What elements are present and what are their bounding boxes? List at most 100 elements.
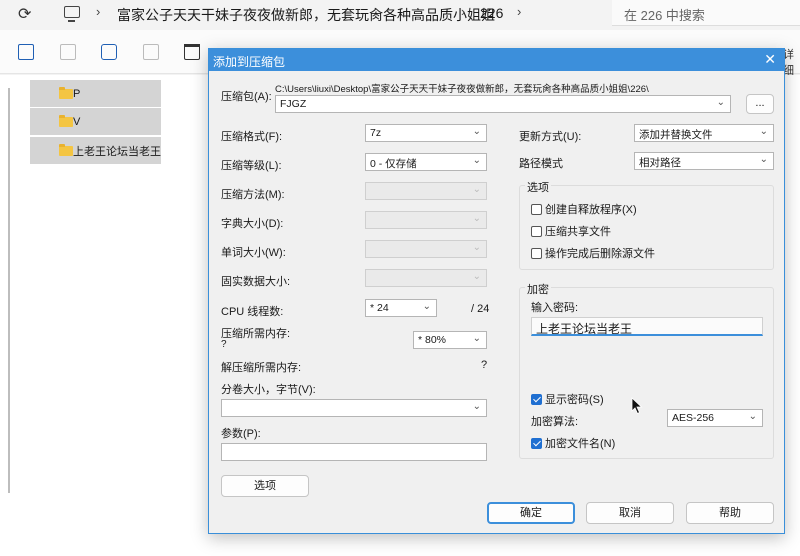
chevron-down-icon: ⌄ [472, 401, 481, 412]
chevron-right-icon[interactable]: › [96, 4, 100, 19]
checkbox-icon [531, 225, 542, 237]
create-sfx-checkbox[interactable]: 创建自释放程序(X) [531, 201, 637, 217]
archive-label: 压缩包(A): [221, 91, 272, 103]
cpu-threads-select[interactable]: * 24 ⌄ [365, 299, 437, 317]
list-item-folder[interactable]: 上老王论坛当老王 [30, 137, 161, 164]
solid-size-label: 固实数据大小: [221, 276, 291, 288]
breadcrumb-current[interactable]: 226 [480, 5, 503, 21]
paste-icon[interactable] [60, 44, 76, 60]
method-select[interactable]: ⌄ [365, 182, 487, 200]
checkbox-icon [531, 203, 542, 215]
update-mode-value: 添加并替换文件 [639, 129, 713, 141]
checkbox-checked-icon [531, 393, 542, 405]
refresh-icon[interactable]: ⟳ [18, 4, 31, 24]
search-input[interactable]: 在 226 中搜索 [612, 0, 800, 26]
compress-shared-checkbox[interactable]: 压缩共享文件 [531, 223, 611, 239]
memory-unknown: ? [221, 339, 227, 350]
archive-name-combo[interactable]: FJGZ ⌄ [275, 95, 731, 113]
word-size-select[interactable]: ⌄ [365, 240, 487, 258]
folder-name: P [73, 87, 81, 100]
options-button[interactable]: 选项 [221, 475, 309, 497]
mouse-cursor-icon [631, 397, 643, 415]
params-label: 参数(P): [221, 428, 261, 440]
encryption-group-title: 加密 [525, 281, 551, 297]
delete-after-label: 操作完成后删除源文件 [545, 248, 655, 260]
list-item-folder[interactable]: V [30, 108, 161, 135]
copy-icon[interactable] [18, 44, 34, 60]
memory-label: 压缩所需内存: [221, 328, 291, 340]
ok-button[interactable]: 确定 [487, 502, 575, 524]
memory-value: * 80% [418, 334, 447, 346]
dialog-title: 添加到压缩包 [213, 55, 286, 69]
level-value: 0 - 仅存储 [370, 158, 417, 170]
password-label: 输入密码: [531, 302, 579, 314]
format-label: 压缩格式(F): [221, 131, 283, 143]
path-mode-select[interactable]: 相对路径 ⌄ [634, 152, 774, 170]
browse-button[interactable]: ... [746, 94, 774, 114]
chevron-down-icon: ⌄ [759, 126, 768, 137]
dictionary-label: 字典大小(D): [221, 218, 284, 230]
breadcrumb-folder[interactable]: 富家公子天天干妹子夜夜做新郎，无套玩肏各种高品质小姐姐 [117, 5, 495, 25]
folder-icon [59, 115, 73, 127]
help-button[interactable]: 帮助 [686, 502, 774, 524]
cpu-threads-total: / 24 [471, 303, 490, 315]
folder-icon [59, 144, 73, 156]
chevron-down-icon[interactable]: ⌄ [717, 97, 725, 108]
chevron-down-icon: ⌄ [472, 184, 481, 195]
address-bar: ⟳ › 富家公子天天干妹子夜夜做新郎，无套玩肏各种高品质小姐姐 › 226 › … [0, 0, 800, 30]
share-icon[interactable] [143, 44, 159, 60]
update-mode-select[interactable]: 添加并替换文件 ⌄ [634, 124, 774, 142]
split-size-combo[interactable]: ⌄ [221, 399, 487, 417]
compress-shared-label: 压缩共享文件 [545, 226, 611, 238]
archive-path: C:\Users\liuxi\Desktop\富家公子天天干妹子夜夜做新郎，无套… [275, 84, 649, 95]
list-item-folder[interactable]: P [30, 80, 161, 107]
dictionary-select[interactable]: ⌄ [365, 211, 487, 229]
encrypt-names-label: 加密文件名(N) [545, 438, 616, 450]
cpu-threads-value: * 24 [370, 302, 389, 314]
checkbox-icon [531, 247, 542, 259]
level-select[interactable]: 0 - 仅存储 ⌄ [365, 153, 487, 171]
show-password-checkbox[interactable]: 显示密码(S) [531, 391, 604, 407]
folder-icon [59, 87, 73, 99]
rename-icon[interactable] [101, 44, 117, 60]
path-mode-value: 相对路径 [639, 157, 681, 169]
format-select[interactable]: 7z ⌄ [365, 124, 487, 142]
dialog-titlebar[interactable]: 添加到压缩包 ✕ [209, 49, 784, 71]
archive-name-value: FJGZ [280, 98, 307, 110]
details-button[interactable]: 详细 [783, 46, 800, 78]
params-input[interactable] [221, 443, 487, 461]
chevron-down-icon: ⌄ [472, 213, 481, 224]
encrypt-names-checkbox[interactable]: 加密文件名(N) [531, 435, 615, 451]
options-group-title: 选项 [525, 179, 551, 195]
update-mode-label: 更新方式(U): [519, 131, 582, 143]
folder-name: 上老王论坛当老王 [73, 145, 161, 158]
chevron-down-icon: ⌄ [422, 301, 431, 312]
chevron-down-icon: ⌄ [472, 242, 481, 253]
chevron-right-icon[interactable]: › [517, 4, 521, 19]
chevron-down-icon: ⌄ [748, 411, 757, 422]
computer-icon[interactable] [64, 6, 80, 22]
memory-select[interactable]: * 80% ⌄ [413, 331, 487, 349]
cancel-button[interactable]: 取消 [586, 502, 674, 524]
chevron-right-icon[interactable]: › [461, 4, 465, 19]
password-input[interactable]: 上老王论坛当老王 [531, 317, 763, 336]
cpu-threads-label: CPU 线程数: [221, 306, 284, 318]
delete-after-checkbox[interactable]: 操作完成后删除源文件 [531, 245, 655, 261]
chevron-down-icon: ⌄ [472, 333, 481, 344]
checkbox-checked-icon [531, 437, 542, 449]
encryption-method-select[interactable]: AES-256 ⌄ [667, 409, 763, 427]
word-size-label: 单词大小(W): [221, 247, 286, 259]
decompress-memory-value: ? [481, 359, 488, 371]
format-value: 7z [370, 127, 382, 139]
folder-name: V [73, 115, 81, 128]
close-icon[interactable]: ✕ [764, 51, 776, 68]
chevron-down-icon: ⌄ [472, 126, 481, 137]
delete-icon[interactable] [184, 44, 200, 60]
path-mode-label: 路径模式 [519, 158, 563, 170]
create-sfx-label: 创建自释放程序(X) [545, 204, 637, 216]
add-to-archive-dialog: 添加到压缩包 ✕ 压缩包(A): C:\Users\liuxi\Desktop\… [208, 48, 785, 534]
decompress-memory-label: 解压缩所需内存: [221, 362, 302, 374]
level-label: 压缩等级(L): [221, 160, 282, 172]
scrollbar[interactable] [8, 88, 10, 493]
solid-size-select[interactable]: ⌄ [365, 269, 487, 287]
